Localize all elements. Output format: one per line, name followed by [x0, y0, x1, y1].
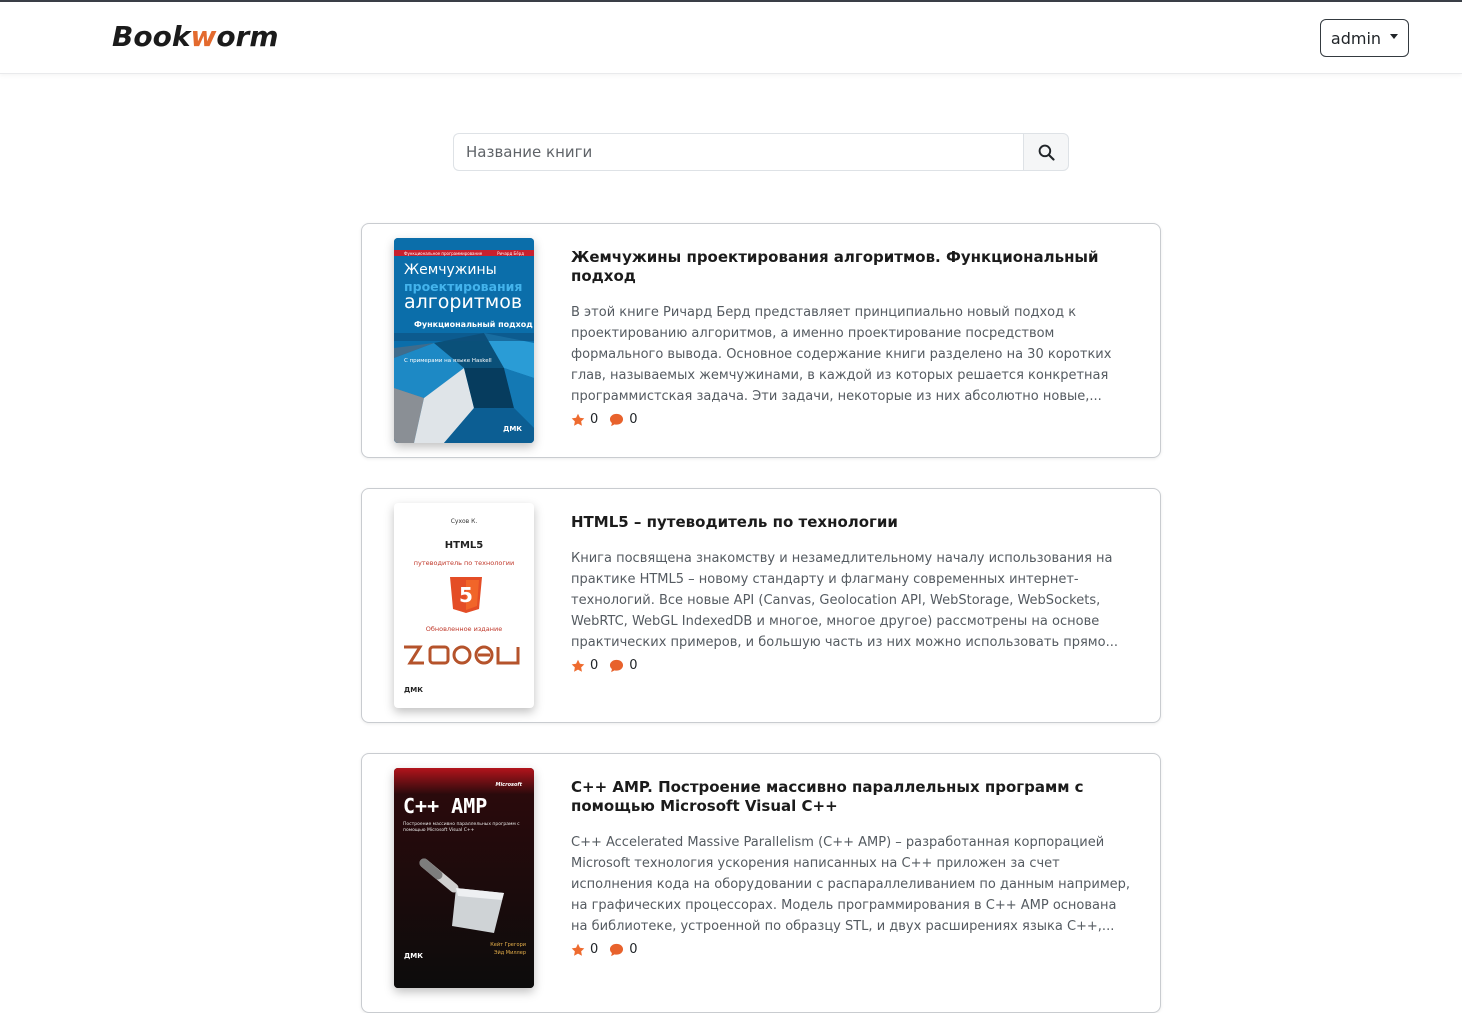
navbar: Bookworm admin: [0, 2, 1462, 74]
book-card: Сухов К. HTML5 путеводитель по технологи…: [361, 488, 1161, 723]
cover-author: Сухов К.: [450, 518, 478, 525]
comments-stat: 0: [609, 412, 638, 427]
comment-icon: [610, 943, 624, 956]
tech-symbols-icon: [404, 645, 520, 665]
cover-title: C++ AMP: [403, 794, 488, 818]
cover-title-line3: алгоритмов: [404, 291, 523, 313]
cover-subtitle: Функциональный подход: [414, 320, 533, 329]
svg-text:5: 5: [459, 583, 473, 607]
cover-publisher: ДМК: [404, 952, 423, 960]
rating-stat: 0: [571, 658, 598, 673]
search-bar: [453, 133, 1069, 171]
book-cover-image[interactable]: Сухов К. HTML5 путеводитель по технологи…: [394, 503, 534, 708]
brand-text-accent: w: [190, 20, 217, 53]
search-button[interactable]: [1023, 133, 1069, 171]
book-info: Жемчужины проектирования алгоритмов. Фун…: [571, 248, 1131, 427]
comments-count: 0: [629, 412, 638, 427]
rating-count: 0: [590, 412, 599, 427]
cover-subtitle: путеводитель по технологии: [413, 559, 515, 567]
book-cover-image[interactable]: Microsoft C++ AMP Построение массивно па…: [394, 768, 534, 988]
cover-edition: Обновленное издание: [425, 625, 503, 633]
rating-stat: 0: [571, 942, 598, 957]
comments-count: 0: [629, 658, 638, 673]
book-description: Книга посвящена знакомству и незамедлите…: [571, 551, 1118, 650]
search-icon: [1038, 144, 1055, 161]
book-description: C++ Accelerated Massive Parallelism (C++…: [571, 835, 1131, 934]
book-title[interactable]: Жемчужины проектирования алгоритмов. Фун…: [571, 248, 1131, 286]
rating-count: 0: [590, 658, 599, 673]
book-card: Функциональное программирование Ричард Б…: [361, 223, 1161, 458]
book-title[interactable]: HTML5 – путеводитель по технологии: [571, 513, 1131, 532]
user-menu-button[interactable]: admin: [1320, 19, 1409, 57]
book-description: В этой книге Ричард Берд представляет пр…: [571, 305, 1112, 404]
book-info: C++ AMP. Построение массивно параллельны…: [571, 778, 1131, 957]
caret-down-icon: [1390, 34, 1399, 39]
star-icon: [571, 413, 585, 426]
book-card: Microsoft C++ AMP Построение массивно па…: [361, 753, 1161, 1013]
cover-title-line1: Жемчужины: [404, 262, 497, 278]
rating-stat: 0: [571, 412, 598, 427]
cover-authors: Кейт Грегори Эйд Миллер: [490, 942, 526, 956]
book-info: HTML5 – путеводитель по технологии Книга…: [571, 513, 1131, 673]
cover-series: Функциональное программирование: [404, 251, 483, 256]
comment-icon: [610, 413, 624, 426]
star-icon: [571, 943, 585, 956]
comments-count: 0: [629, 942, 638, 957]
cover-publisher: ДМК: [503, 425, 522, 433]
comments-stat: 0: [609, 942, 638, 957]
brand-text-part3: orm: [216, 20, 279, 53]
cover-author: Ричард Бёрд: [497, 251, 524, 256]
book-stats: 0 0: [571, 658, 1131, 673]
cover-publisher: ДМК: [404, 686, 423, 694]
rating-count: 0: [590, 942, 599, 957]
book-stats: 0 0: [571, 412, 1131, 427]
book-stats: 0 0: [571, 942, 1131, 957]
cover-title: HTML5: [444, 540, 484, 551]
user-menu-label: admin: [1330, 28, 1382, 48]
cover-note: С примерами на языке Haskell: [404, 358, 492, 364]
html5-shield-icon: 5: [450, 577, 482, 613]
book-cover-image[interactable]: Функциональное программирование Ричард Б…: [394, 238, 534, 443]
comment-icon: [610, 659, 624, 672]
comments-stat: 0: [609, 658, 638, 673]
cover-brand: Microsoft: [495, 782, 522, 788]
brand-text-part1: Book: [112, 20, 191, 53]
cover-subtitle: Построение массивно параллельных програм…: [403, 822, 520, 833]
brand-logo[interactable]: Bookworm: [112, 20, 279, 53]
star-icon: [571, 659, 585, 672]
book-title[interactable]: C++ AMP. Построение массивно параллельны…: [571, 778, 1131, 816]
search-input[interactable]: [453, 133, 1023, 171]
